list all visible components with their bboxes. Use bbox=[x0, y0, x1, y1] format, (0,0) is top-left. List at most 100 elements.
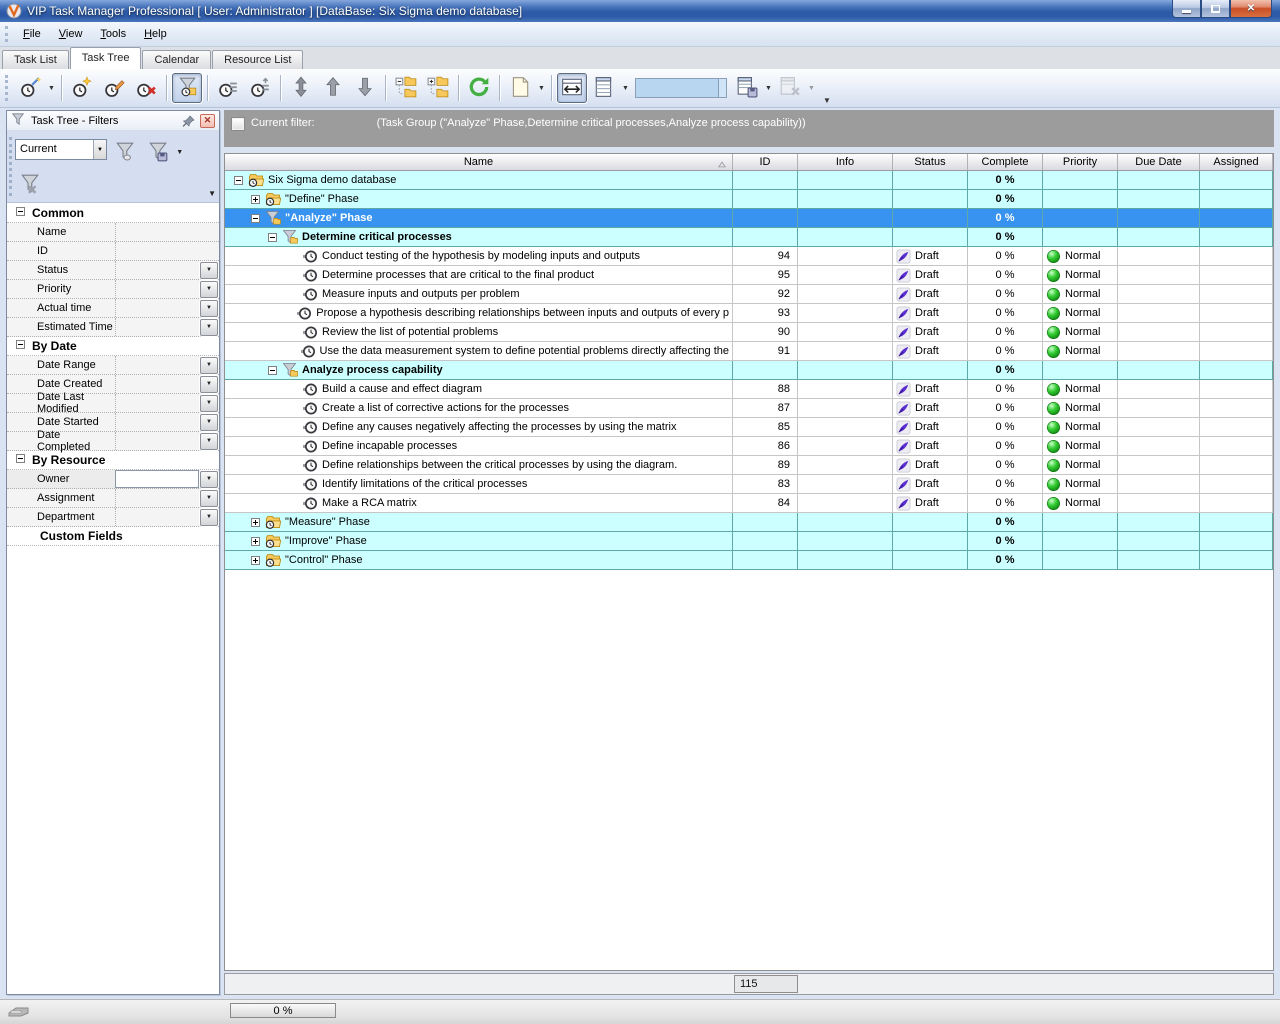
new-task-wizard-button[interactable] bbox=[15, 73, 45, 103]
save-filter-dropdown[interactable]: ▼ bbox=[176, 149, 183, 156]
collapse-icon[interactable] bbox=[268, 366, 277, 375]
tree-name-cell[interactable]: Create a list of corrective actions for … bbox=[225, 399, 733, 418]
tree-name-cell[interactable]: Define any causes negatively affecting t… bbox=[225, 418, 733, 437]
filter-field-value[interactable] bbox=[115, 508, 199, 526]
chevron-down-icon[interactable]: ▼ bbox=[93, 140, 106, 159]
tab-resource-list[interactable]: Resource List bbox=[212, 50, 303, 69]
table-row[interactable]: Build a cause and effect diagram88Draft0… bbox=[225, 380, 1273, 399]
filter-field-value[interactable] bbox=[115, 280, 199, 298]
report-dropdown[interactable]: ▼ bbox=[536, 73, 547, 103]
filter-field-date-completed[interactable]: Date Completed▼ bbox=[7, 432, 219, 451]
column-header-assigned[interactable]: Assigned bbox=[1200, 154, 1273, 170]
filter-section-custom-fields[interactable]: Custom Fields bbox=[7, 527, 219, 546]
filter-field-id[interactable]: ID bbox=[7, 242, 219, 261]
apply-filter-button[interactable] bbox=[110, 137, 140, 167]
table-row[interactable]: Make a RCA matrix84Draft0 %Normal bbox=[225, 494, 1273, 513]
filter-field-value[interactable] bbox=[115, 470, 199, 488]
task-notes-button[interactable] bbox=[213, 73, 243, 103]
filter-field-value[interactable] bbox=[115, 242, 219, 260]
filter-field-value[interactable] bbox=[115, 375, 199, 393]
refresh-button[interactable] bbox=[464, 73, 494, 103]
menu-item-tools[interactable]: Tools bbox=[91, 25, 135, 43]
table-row[interactable]: Conduct testing of the hypothesis by mod… bbox=[225, 247, 1273, 266]
chevron-down-icon[interactable]: ▼ bbox=[200, 319, 218, 336]
new-task-dropdown[interactable]: ▼ bbox=[46, 73, 57, 103]
chevron-down-icon[interactable]: ▼ bbox=[200, 414, 218, 431]
filter-field-value[interactable] bbox=[115, 489, 199, 507]
expand-icon[interactable] bbox=[251, 518, 260, 527]
column-header-id[interactable]: ID bbox=[733, 154, 798, 170]
filter-field-value[interactable] bbox=[115, 356, 199, 374]
table-row[interactable]: Measure inputs and outputs per problem92… bbox=[225, 285, 1273, 304]
collapse-icon[interactable] bbox=[16, 454, 25, 466]
tree-name-cell[interactable]: Make a RCA matrix bbox=[225, 494, 733, 513]
tree-name-cell[interactable]: "Define" Phase bbox=[225, 190, 733, 209]
filter-field-value[interactable] bbox=[115, 261, 199, 279]
save-filter-button[interactable] bbox=[143, 137, 173, 167]
task-history-button[interactable] bbox=[245, 73, 275, 103]
table-row[interactable]: Define incapable processes86Draft0 %Norm… bbox=[225, 437, 1273, 456]
chevron-down-icon[interactable]: ▼ bbox=[200, 376, 218, 393]
column-header-complete[interactable]: Complete bbox=[968, 154, 1043, 170]
filter-field-date-range[interactable]: Date Range▼ bbox=[7, 356, 219, 375]
current-filter-checkbox[interactable] bbox=[232, 118, 244, 130]
table-row[interactable]: Determine processes that are critical to… bbox=[225, 266, 1273, 285]
table-row[interactable]: Analyze process capability0 % bbox=[225, 361, 1273, 380]
create-task-button[interactable] bbox=[67, 73, 97, 103]
tree-name-cell[interactable]: Propose a hypothesis describing relation… bbox=[225, 304, 733, 323]
filter-preset-combobox[interactable]: Current ▼ bbox=[15, 139, 107, 160]
filter-field-value[interactable] bbox=[115, 413, 199, 431]
collapse-icon[interactable] bbox=[16, 340, 25, 352]
filter-field-value[interactable] bbox=[115, 299, 199, 317]
table-row[interactable]: Six Sigma demo database0 % bbox=[225, 171, 1273, 190]
fit-columns-button[interactable] bbox=[557, 73, 587, 103]
close-button[interactable]: ✕ bbox=[1230, 0, 1272, 18]
chevron-down-icon[interactable]: ▼ bbox=[200, 509, 218, 526]
filters-close-button[interactable]: ✕ bbox=[200, 114, 215, 128]
tree-name-cell[interactable]: Measure inputs and outputs per problem bbox=[225, 285, 733, 304]
column-header-priority[interactable]: Priority bbox=[1043, 154, 1118, 170]
pin-button[interactable] bbox=[182, 114, 196, 128]
column-header-status[interactable]: Status bbox=[893, 154, 968, 170]
chevron-down-icon[interactable]: ▼ bbox=[200, 490, 218, 507]
filter-field-value[interactable] bbox=[115, 394, 199, 412]
column-header-name[interactable]: Name bbox=[225, 154, 733, 170]
save-view-dropdown[interactable]: ▼ bbox=[763, 73, 774, 103]
filter-field-department[interactable]: Department▼ bbox=[7, 508, 219, 527]
tree-name-cell[interactable]: Determine critical processes bbox=[225, 228, 733, 247]
tree-name-cell[interactable]: Use the data measurement system to defin… bbox=[225, 342, 733, 361]
tab-task-tree[interactable]: Task Tree bbox=[70, 47, 142, 69]
chevron-down-icon[interactable]: ▼ bbox=[200, 433, 218, 450]
tab-calendar[interactable]: Calendar bbox=[142, 50, 211, 69]
tree-name-cell[interactable]: "Improve" Phase bbox=[225, 532, 733, 551]
filter-field-assignment[interactable]: Assignment▼ bbox=[7, 489, 219, 508]
chevron-down-icon[interactable]: ▼ bbox=[200, 357, 218, 374]
expand-all-button[interactable] bbox=[423, 73, 453, 103]
delete-task-button[interactable] bbox=[131, 73, 161, 103]
report-button[interactable] bbox=[505, 73, 535, 103]
chevron-down-icon[interactable]: ▼ bbox=[200, 300, 218, 317]
collapse-icon[interactable] bbox=[268, 233, 277, 242]
table-row[interactable]: "Measure" Phase0 % bbox=[225, 513, 1273, 532]
tree-name-cell[interactable]: "Control" Phase bbox=[225, 551, 733, 570]
filter-tasks-button[interactable] bbox=[172, 73, 202, 103]
chevron-down-icon[interactable]: ▼ bbox=[200, 262, 218, 279]
toolbar-overflow[interactable]: ▼ bbox=[817, 96, 837, 105]
save-view-button[interactable] bbox=[732, 73, 762, 103]
table-row[interactable]: Determine critical processes0 % bbox=[225, 228, 1273, 247]
chevron-down-icon[interactable]: ▼ bbox=[200, 471, 218, 488]
menu-item-file[interactable]: File bbox=[14, 25, 50, 43]
tree-name-cell[interactable]: Analyze process capability bbox=[225, 361, 733, 380]
tree-name-cell[interactable]: Determine processes that are critical to… bbox=[225, 266, 733, 285]
table-row[interactable]: "Improve" Phase0 % bbox=[225, 532, 1273, 551]
tree-name-cell[interactable]: Define incapable processes bbox=[225, 437, 733, 456]
filter-section-by-date[interactable]: By Date bbox=[7, 337, 219, 356]
grid-view-button[interactable] bbox=[589, 73, 619, 103]
filter-section-common[interactable]: Common bbox=[7, 204, 219, 223]
clear-filter-button[interactable] bbox=[15, 169, 45, 199]
view-preset-combobox[interactable] bbox=[635, 78, 727, 98]
tree-name-cell[interactable]: Build a cause and effect diagram bbox=[225, 380, 733, 399]
column-header-due-date[interactable]: Due Date bbox=[1118, 154, 1200, 170]
collapse-all-button[interactable] bbox=[391, 73, 421, 103]
filter-field-value[interactable] bbox=[115, 223, 219, 241]
